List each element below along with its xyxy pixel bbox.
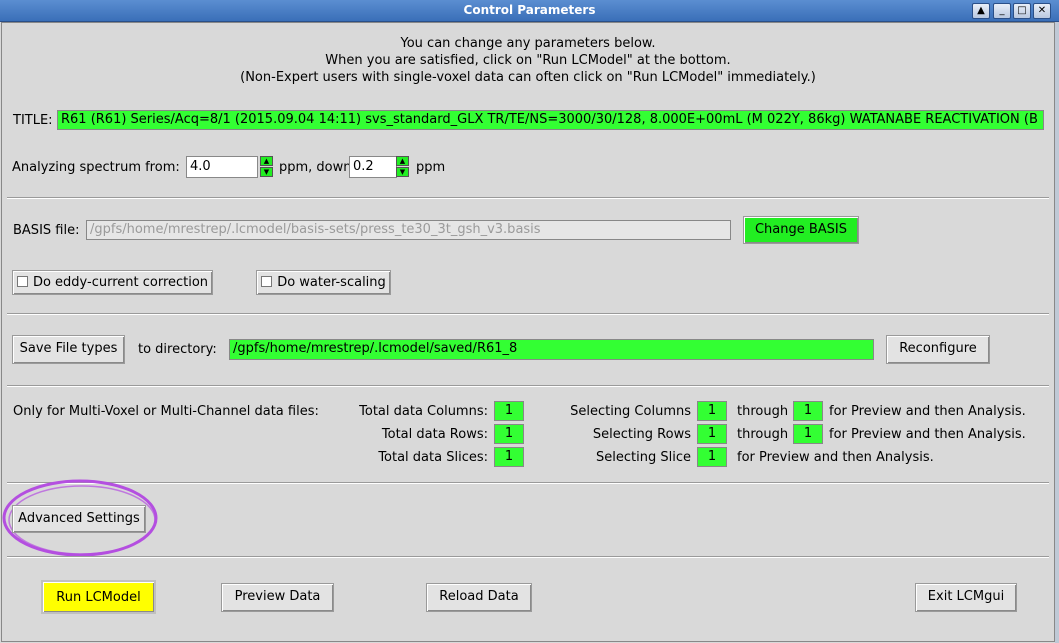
slice-tail-label: for Preview and then Analysis. [737, 450, 934, 465]
title-field[interactable]: R61 (R61) Series/Acq=8/1 (2015.09.04 14:… [57, 110, 1044, 130]
selecting-slice-label: Selecting Slice [596, 450, 691, 465]
background-window-edge [1055, 22, 1059, 643]
basis-path-field[interactable]: /gpfs/home/mrestrep/.lcmodel/basis-sets/… [86, 220, 731, 240]
total-rows-value: 1 [494, 424, 524, 444]
select-columns-to[interactable]: 1 [793, 401, 823, 421]
through-label: through [737, 404, 789, 419]
ppm-to-input[interactable]: 0.2 [349, 156, 397, 178]
advanced-settings-button[interactable]: Advanced Settings [12, 505, 146, 533]
checkbox-icon [16, 276, 28, 287]
intro-line-3: (Non-Expert users with single-voxel data… [240, 70, 816, 85]
divider [7, 313, 1049, 315]
reconfigure-button[interactable]: Reconfigure [886, 335, 990, 364]
eddy-current-checkbox[interactable]: Do eddy-current correction [12, 270, 213, 295]
maximize-icon[interactable]: □ [1013, 3, 1031, 19]
divider [7, 556, 1049, 558]
ppm-from-spinner[interactable]: ▲ ▼ [260, 156, 274, 178]
reload-data-button[interactable]: Reload Data [426, 583, 532, 612]
ppm-to-spinner[interactable]: ▲ ▼ [396, 156, 410, 178]
rows-tail-label: for Preview and then Analysis. [829, 427, 1026, 442]
select-rows-from[interactable]: 1 [697, 424, 727, 444]
title-label: TITLE: [13, 113, 53, 128]
preview-data-button[interactable]: Preview Data [221, 583, 334, 612]
intro-line-1: You can change any parameters below. [400, 36, 656, 51]
total-columns-label: Total data Columns: [359, 404, 488, 419]
multivoxel-intro: Only for Multi-Voxel or Multi-Channel da… [13, 404, 319, 419]
save-dir-label: to directory: [138, 342, 217, 357]
total-rows-label: Total data Rows: [381, 427, 488, 442]
water-scaling-checkbox[interactable]: Do water-scaling [256, 270, 391, 295]
eddy-current-label: Do eddy-current correction [32, 275, 209, 290]
change-basis-button[interactable]: Change BASIS [743, 216, 859, 244]
spin-down-icon[interactable]: ▼ [396, 167, 409, 177]
save-file-types-button[interactable]: Save File types [12, 335, 125, 364]
spin-up-icon[interactable]: ▲ [396, 156, 409, 166]
checkbox-icon [261, 276, 273, 287]
divider [7, 197, 1049, 199]
spin-up-icon[interactable]: ▲ [260, 156, 273, 166]
divider [7, 385, 1049, 387]
exit-lcmgui-button[interactable]: Exit LCMgui [915, 583, 1017, 612]
ppm-unit-label: ppm [416, 160, 446, 175]
selecting-rows-label: Selecting Rows [592, 427, 691, 442]
basis-label: BASIS file: [13, 223, 80, 238]
select-slice[interactable]: 1 [697, 447, 727, 467]
through-label: through [737, 427, 789, 442]
select-columns-from[interactable]: 1 [697, 401, 727, 421]
ppm-from-label: Analyzing spectrum from: [12, 160, 180, 175]
columns-tail-label: for Preview and then Analysis. [829, 404, 1026, 419]
selecting-columns-label: Selecting Columns [570, 404, 691, 419]
minimize-icon[interactable]: _ [993, 3, 1011, 19]
run-lcmodel-button[interactable]: Run LCModel [41, 580, 156, 614]
window-titlebar: Control Parameters ▲ _ □ ✕ [0, 0, 1059, 22]
window-title: Control Parameters [463, 3, 596, 17]
close-icon[interactable]: ✕ [1033, 3, 1051, 19]
save-dir-field[interactable]: /gpfs/home/mrestrep/.lcmodel/saved/R61_8 [229, 339, 874, 360]
spin-down-icon[interactable]: ▼ [260, 167, 273, 177]
select-rows-to[interactable]: 1 [793, 424, 823, 444]
total-columns-value: 1 [494, 401, 524, 421]
total-slices-value: 1 [494, 447, 524, 467]
water-scaling-label: Do water-scaling [277, 275, 386, 290]
intro-line-2: When you are satisfied, click on "Run LC… [325, 53, 731, 68]
ppm-from-input[interactable]: 4.0 [186, 156, 258, 178]
shade-up-icon[interactable]: ▲ [972, 3, 990, 19]
total-slices-label: Total data Slices: [378, 450, 488, 465]
